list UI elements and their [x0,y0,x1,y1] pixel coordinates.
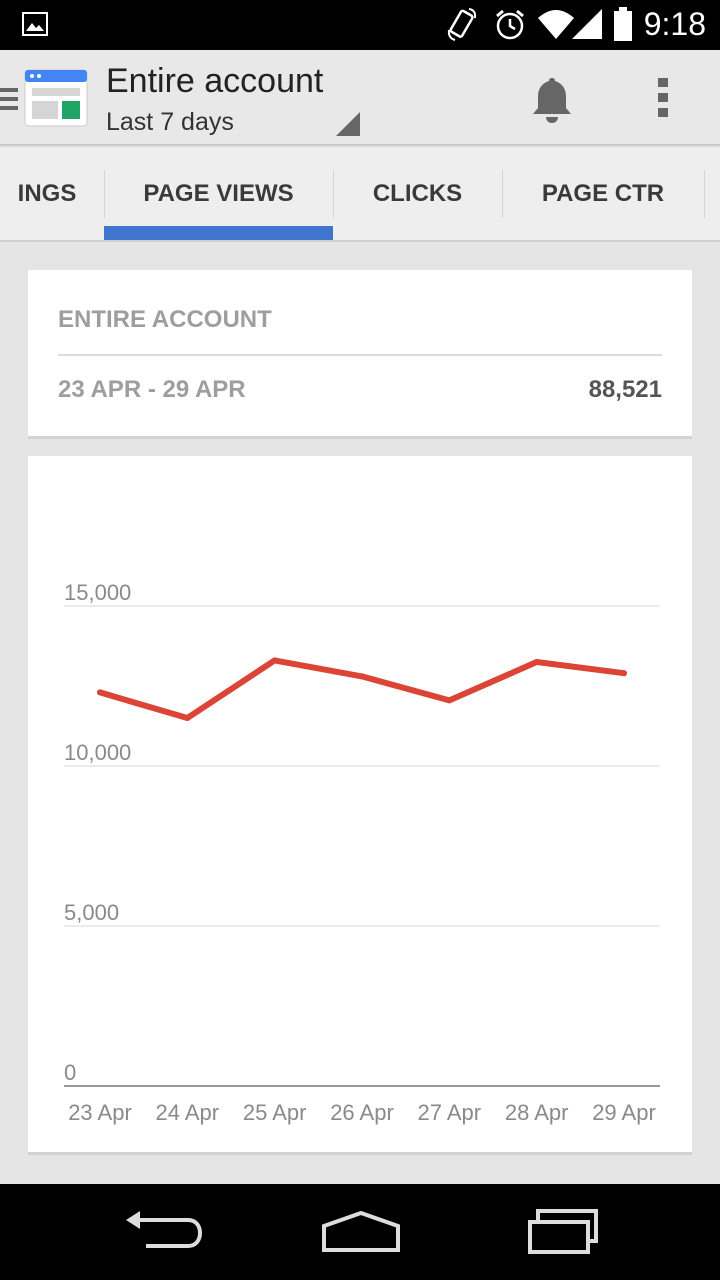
x-tick-label: 23 Apr [68,1100,132,1125]
x-tick-label: 27 Apr [418,1100,482,1125]
navigation-bar [0,1184,720,1280]
recents-icon[interactable] [520,1206,610,1258]
tab-divider [704,170,705,218]
y-tick-label: 5,000 [64,900,119,925]
drawer-icon[interactable] [0,84,22,114]
tab-earnings[interactable]: INGS [0,148,104,240]
tab-page-views[interactable]: PAGE VIEWS [104,148,333,240]
account-title[interactable]: Entire account [106,62,323,101]
data-point [184,715,191,721]
series-line [97,657,627,721]
battery-icon [614,7,632,41]
data-point [359,673,365,680]
selected-tab-indicator [104,226,333,240]
summary-total: 88,521 [588,376,662,403]
data-point [533,659,540,665]
y-tick-label: 0 [64,1060,76,1085]
summary-date-range: 23 APR - 29 APR [58,376,246,403]
x-tick-label: 29 Apr [592,1100,656,1125]
summary-card: ENTIRE ACCOUNT 23 APR - 29 APR 88,521 [28,270,692,439]
tab-label: PAGE CTR [541,180,665,207]
summary-divider [58,354,662,356]
tab-label: PAGE VIEWS [143,180,294,207]
summary-title: ENTIRE ACCOUNT [58,306,272,333]
spinner-arrow-icon[interactable] [336,112,360,136]
gallery-icon [22,12,48,36]
data-point [271,657,278,664]
tab-clicks[interactable]: CLICKS [333,148,502,240]
overflow-menu-icon[interactable] [654,76,674,120]
home-icon[interactable] [316,1206,406,1258]
x-tick-label: 26 Apr [330,1100,394,1125]
date-range-subtitle[interactable]: Last 7 days [106,108,234,137]
back-icon[interactable] [116,1206,206,1258]
x-tick-label: 24 Apr [156,1100,220,1125]
alarm-icon [496,9,524,40]
action-bar: Entire account Last 7 days [0,50,720,146]
tab-label: CLICKS [372,180,463,207]
data-point [97,689,103,696]
rotate-icon [447,8,477,41]
notification-bell-icon[interactable] [530,76,574,124]
data-point [621,670,627,677]
signal-icon [572,9,602,39]
tab-label: INGS [17,180,77,207]
page-views-chart: 0 5,000 10,000 15,000 23 Apr 24 Apr 25 Apr 26 A… [64,580,660,1125]
status-bar: 9:18 [0,0,720,50]
metric-tabs: INGS PAGE VIEWS CLICKS PAGE CTR [0,148,720,242]
data-point [446,697,453,704]
status-time: 9:18 [643,6,706,42]
x-tick-label: 25 Apr [243,1100,307,1125]
y-tick-label: 10,000 [64,740,131,765]
x-tick-label: 28 Apr [505,1100,569,1125]
adsense-app-icon[interactable] [24,68,88,128]
tab-page-ctr[interactable]: PAGE CTR [502,148,704,240]
y-tick-label: 15,000 [64,580,131,605]
chart-card: 0 5,000 10,000 15,000 23 Apr 24 Apr 25 Apr 26 A… [28,456,692,1155]
